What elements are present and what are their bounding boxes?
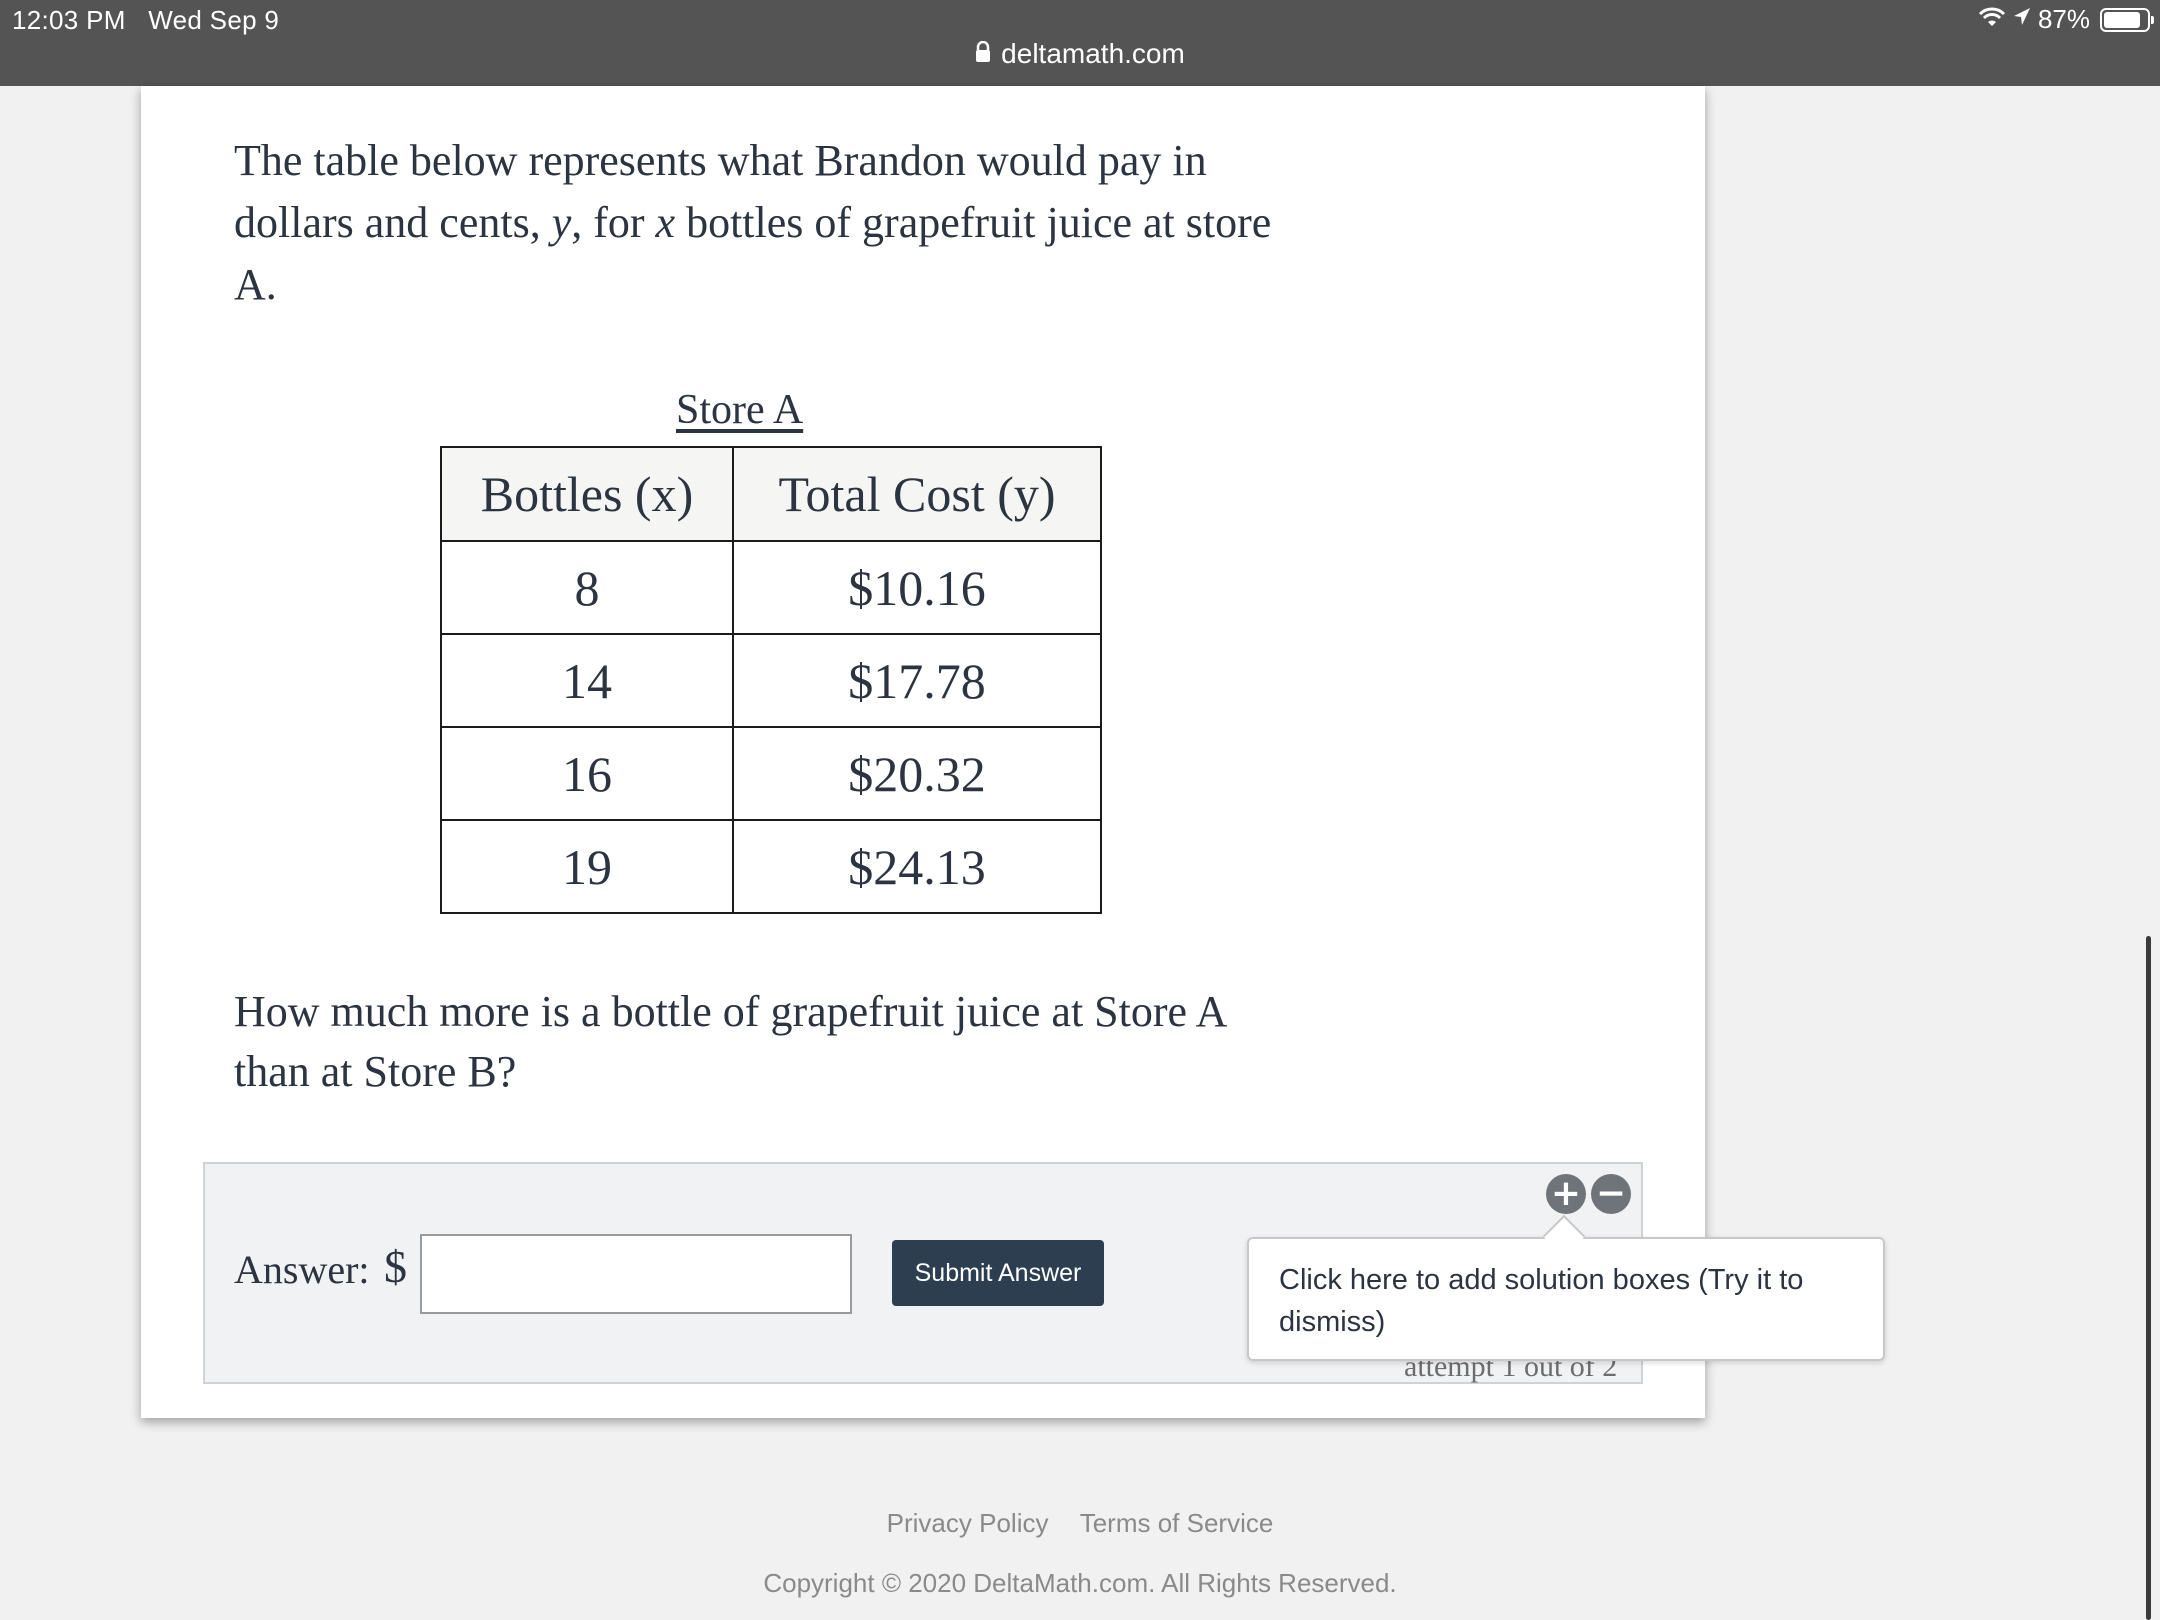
scrollbar[interactable] [2146,936,2151,1620]
submit-answer-button[interactable]: Submit Answer [892,1240,1104,1306]
date-text: Wed Sep 9 [148,5,280,35]
table-row: 16 $20.32 [440,726,1102,821]
variable-x: x [655,198,676,247]
wifi-icon [1978,4,2006,35]
question-text: How much more is a bottle of grapefruit … [234,987,1225,1096]
copyright-text: Copyright © 2020 DeltaMath.com. All Righ… [763,1568,1397,1598]
battery-percent: 87% [2037,4,2090,34]
lock-icon [975,38,991,70]
table-header-row: Bottles (x) Total Cost (y) [440,446,1102,542]
footer-links: Privacy Policy Terms of Service [0,1508,2160,1539]
terms-of-service-link[interactable]: Terms of Service [1080,1508,1274,1538]
header-bottles: Bottles (x) [440,446,734,542]
answer-label: Answer: [234,1247,370,1292]
location-arrow-icon [2012,4,2032,35]
cell-cost: $24.13 [732,819,1102,914]
address-bar[interactable]: deltamath.com [0,38,2160,70]
status-time: 12:03 PM Wed Sep 9 [12,5,279,36]
battery-icon [2100,7,2154,32]
cell-bottles: 14 [440,633,734,728]
variable-y: y [551,198,572,247]
time-text: 12:03 PM [12,5,126,35]
minus-circle-icon[interactable]: − [1591,1174,1631,1214]
cell-cost: $10.16 [732,540,1102,635]
cell-cost: $17.78 [732,633,1102,728]
solution-boxes-tooltip[interactable]: Click here to add solution boxes (Try it… [1247,1237,1885,1361]
problem-text-part: , for [571,198,656,247]
currency-symbol: $ [384,1241,407,1292]
cell-bottles: 8 [440,540,734,635]
store-a-table: Bottles (x) Total Cost (y) 8 $10.16 14 $… [440,446,1102,914]
privacy-policy-link[interactable]: Privacy Policy [887,1508,1049,1538]
cell-cost: $20.32 [732,726,1102,821]
answer-input[interactable] [420,1234,852,1314]
problem-statement: The table below represents what Brandon … [234,130,1274,316]
table-row: 14 $17.78 [440,633,1102,728]
cell-bottles: 16 [440,726,734,821]
status-indicators: 87% [1978,4,2154,35]
table-title: Store A [676,387,804,433]
plus-circle-icon[interactable]: + [1546,1174,1586,1214]
table-row: 19 $24.13 [440,819,1102,914]
url-text[interactable]: deltamath.com [1001,38,1185,70]
table-row: 8 $10.16 [440,540,1102,635]
cell-bottles: 19 [440,819,734,914]
battery-fill [2104,11,2141,28]
header-total-cost: Total Cost (y) [732,446,1102,542]
status-bar: 12:03 PM Wed Sep 9 87% deltamath.com [0,0,2160,86]
